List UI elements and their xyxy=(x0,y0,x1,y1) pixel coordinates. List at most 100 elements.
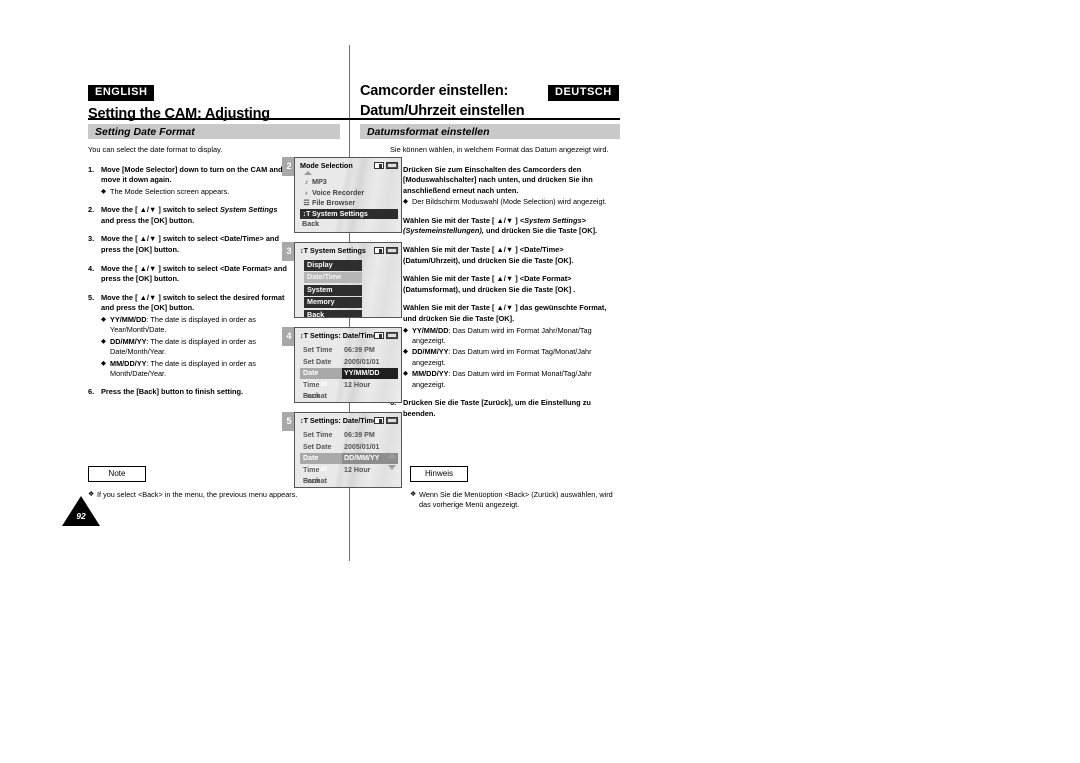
settings-row-label: Set Date xyxy=(303,357,332,366)
menu-item[interactable]: ↕T System Settings xyxy=(300,208,398,220)
bullet-diamond-icon: ◆ xyxy=(403,370,408,378)
menu-item[interactable]: Display xyxy=(304,260,362,271)
step-bullet-list: ◆ YY/MM/DD: Das Datum wird im Format Jahr… xyxy=(403,326,620,390)
lcd-display: Mode Selection ♪ MP3 ♁ Voice Recorder ☲ File B… xyxy=(294,157,402,233)
mode-selection-list: ♪ MP3 ♁ Voice Recorder ☲ File Browser ↕T System… xyxy=(300,177,398,230)
step-list-english: 1. Move [Mode Selector] down to turn on t… xyxy=(88,165,288,398)
instruction-step: 6. Press the [Back] button to finish sett… xyxy=(88,387,288,398)
settings-row[interactable]: Date Format DD/MM/YY xyxy=(300,453,398,473)
menu-item[interactable]: ♁ Voice Recorder xyxy=(300,188,398,199)
bullet-text: The Mode Selection screen appears. xyxy=(110,187,288,197)
section-header-english: Setting Date Format xyxy=(88,124,340,139)
lcd-title-text: System Settings xyxy=(309,246,366,255)
step-bullet-list: ◆ Der Bildschirm Moduswahl (Mode Selectio… xyxy=(403,197,620,207)
instruction-step: 4. Move the [ ▲/▼ ] switch to select <Dat… xyxy=(88,264,288,285)
page-number-text: 92 xyxy=(76,511,86,521)
step-text-part: Move the [ ▲/▼ ] switch to select <Date … xyxy=(101,263,287,284)
instruction-step: 1. Move [Mode Selector] down to turn on t… xyxy=(88,165,288,198)
step-text: Move [Mode Selector] down to turn on the… xyxy=(101,165,288,198)
language-badge-german-row: DEUTSCH xyxy=(548,82,619,101)
instruction-step: 2.Wählen Sie mit der Taste [ ▲/▼ ] <Syst… xyxy=(390,216,620,237)
settings-row-label: Time Format xyxy=(303,465,328,485)
settings-row[interactable]: Set Date 2005/01/01 xyxy=(300,442,398,453)
step-bullet: ◆ YY/MM/DD: The date is displayed in orde… xyxy=(101,315,288,336)
menu-item[interactable]: Date/Time xyxy=(304,272,362,284)
step-text: Wählen Sie mit der Taste [ ▲/▼ ] <System… xyxy=(403,216,620,237)
menu-item[interactable]: Back xyxy=(300,219,398,230)
settings-icon: ↕T xyxy=(300,331,308,340)
battery-icon xyxy=(386,161,398,169)
memory-card-icon xyxy=(374,331,384,339)
menu-item[interactable]: ☲ File Browser xyxy=(300,198,398,209)
settings-row[interactable]: Set Time 06:39 PM xyxy=(300,430,398,441)
page-number: 92 xyxy=(62,496,100,526)
settings-row[interactable]: Date Format YY/MM/DD xyxy=(300,368,398,388)
menu-item[interactable]: Back xyxy=(304,309,362,317)
settings-icon: ↕T xyxy=(300,416,308,425)
instruction-step: 6.Drücken Sie die Taste [Zurück], um die… xyxy=(390,398,620,419)
lcd-content: Mode Selection ♪ MP3 ♁ Voice Recorder ☲ File B… xyxy=(295,158,401,232)
bullet-description: Der Bildschirm Moduswahl (Mode Selection… xyxy=(412,197,607,207)
intro-text-german: Sie können wählen, in welchem Format das… xyxy=(390,145,609,154)
settings-row-label: Set Date xyxy=(303,442,332,451)
bullet-text: MM/DD/YY: The date is displayed in order… xyxy=(110,359,288,380)
scroll-down-arrow-icon[interactable] xyxy=(388,465,396,470)
settings-row[interactable]: Set Time 06:39 PM xyxy=(300,345,398,356)
menu-item-icon: ☲ xyxy=(303,200,310,208)
bullet-term: YY/MM/DD xyxy=(412,325,449,335)
scroll-up-arrow-icon[interactable] xyxy=(388,453,396,458)
instruction-step: 3. Move the [ ▲/▼ ] switch to select <Dat… xyxy=(88,234,288,255)
step-bullet: ◆ DD/MM/YY: The date is displayed in orde… xyxy=(101,337,288,358)
bullet-term: DD/MM/YY xyxy=(412,347,449,357)
settings-row[interactable]: Set Date 2005/01/01 xyxy=(300,357,398,368)
bullet-diamond-icon: ◆ xyxy=(403,348,408,356)
settings-row-label: Time Format xyxy=(303,380,328,400)
menu-item[interactable]: Memory xyxy=(304,297,362,308)
step-text-part: Wählen Sie mit der Taste [ ▲/▼ ] <Date/T… xyxy=(403,244,574,265)
bullet-description: The Mode Selection screen appears. xyxy=(110,186,230,196)
bullet-diamond-icon: ◆ xyxy=(403,326,408,334)
step-text: Wählen Sie mit der Taste [ ▲/▼ ] <Date/T… xyxy=(403,245,620,266)
menu-item-label: File Browser xyxy=(312,198,356,208)
note-text-english: If you select <Back> in the menu, the pr… xyxy=(97,490,298,499)
settings-row[interactable]: Back xyxy=(300,476,398,487)
menu-item[interactable]: ♪ MP3 xyxy=(300,177,398,188)
menu-item-icon: ♁ xyxy=(303,189,310,197)
note-body-english: ❖ If you select <Back> in the menu, the … xyxy=(88,490,298,500)
memory-card-icon xyxy=(374,161,384,169)
section-title-english: Setting Date Format xyxy=(95,126,195,138)
scroll-up-arrow-icon[interactable] xyxy=(304,170,312,175)
settings-row[interactable]: Time Format 12 Hour xyxy=(300,465,398,485)
step-number: 2. xyxy=(88,205,95,215)
menu-item-label: System Settings xyxy=(312,208,368,218)
bullet-diamond-icon: ◆ xyxy=(101,359,106,367)
menu-item-label: Voice Recorder xyxy=(312,187,365,197)
step-text: Move the [ ▲/▼ ] switch to select System… xyxy=(101,205,288,226)
settings-row-label: Date Format xyxy=(300,453,342,473)
lcd-status-icons xyxy=(374,161,398,169)
bullet-term: MM/DD/YY xyxy=(110,358,147,368)
lcd-title-text: Settings: Date/Time xyxy=(309,416,377,425)
bullet-text: YY/MM/DD: Das Datum wird im Format Jahr/… xyxy=(412,326,620,347)
battery-icon xyxy=(386,246,398,254)
step-bullet-list: ◆ YY/MM/DD: The date is displayed in orde… xyxy=(101,315,288,379)
note-label-german: Hinweis xyxy=(410,466,468,482)
note-bullet-icon-german: ❖ xyxy=(410,491,417,498)
step-list-german: 1.Drücken Sie zum Einschalten des Camcor… xyxy=(390,165,620,420)
lcd-display: ↕T Settings: Date/Time Set Time 06:39 PM Set… xyxy=(294,327,402,403)
memory-card-icon xyxy=(374,246,384,254)
lcd-title: ↕T Settings: Date/Time xyxy=(300,416,377,425)
step-bullet: ◆ Der Bildschirm Moduswahl (Mode Selectio… xyxy=(403,197,620,207)
step-text-part: Wählen Sie mit der Taste [ ▲/▼ ] <Date F… xyxy=(403,274,576,294)
settings-row[interactable]: Back xyxy=(300,391,398,402)
lcd-status-icons xyxy=(374,331,398,339)
language-badge-german: DEUTSCH xyxy=(548,85,619,101)
instruction-step: 1.Drücken Sie zum Einschalten des Camcor… xyxy=(390,165,620,208)
language-badge-english: ENGLISH xyxy=(88,85,155,101)
note-label-english: Note xyxy=(88,466,146,482)
lcd-title: Mode Selection xyxy=(300,161,353,170)
settings-row[interactable]: Time Format 12 Hour xyxy=(300,380,398,400)
menu-item[interactable]: System xyxy=(304,284,362,296)
instruction-step: 5.Wählen Sie mit der Taste [ ▲/▼ ] das g… xyxy=(390,303,620,390)
bullet-text: DD/MM/YY: Das Datum wird im Format Tag/M… xyxy=(412,347,620,368)
